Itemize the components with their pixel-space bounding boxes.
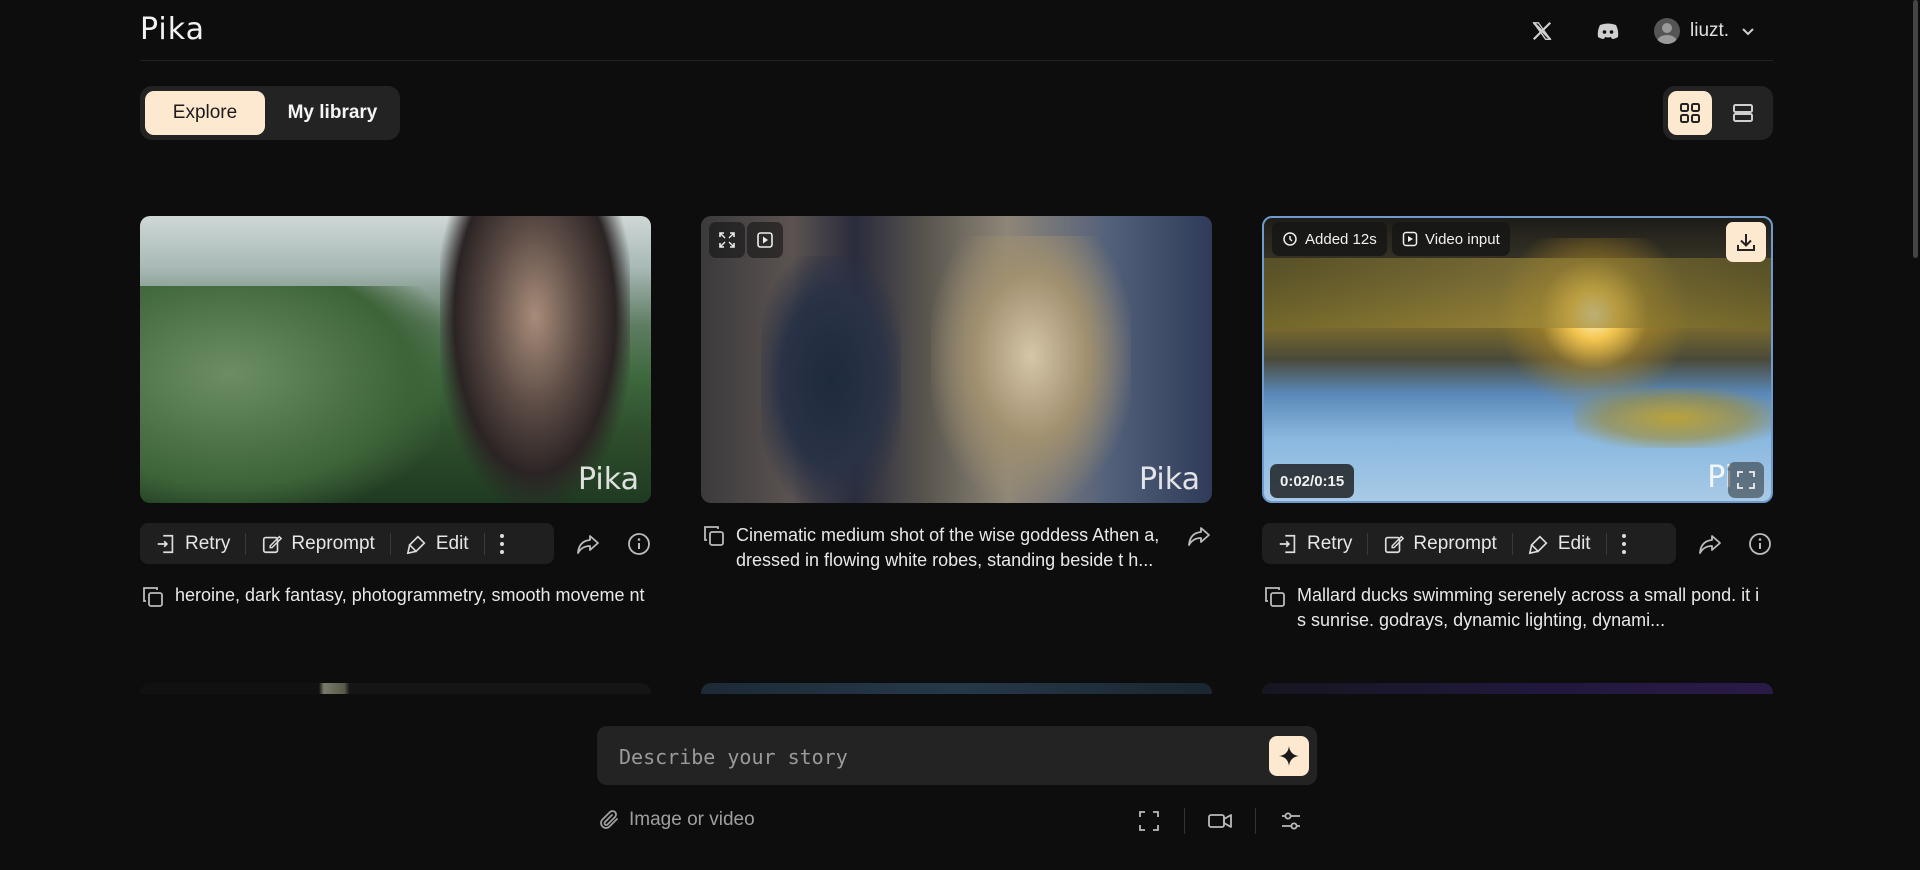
share-icon[interactable] — [573, 529, 603, 559]
copy-icon[interactable] — [1263, 585, 1287, 609]
retry-button[interactable]: Retry — [1262, 523, 1367, 564]
sparkle-icon — [1279, 746, 1299, 766]
edit-button[interactable]: Edit — [1513, 523, 1606, 564]
brush-icon — [1528, 534, 1548, 554]
copy-icon[interactable] — [702, 524, 726, 548]
card-actions: Retry Reprompt Edit — [140, 523, 554, 564]
user-name: liuzt. — [1690, 20, 1730, 41]
card-actions: Retry Reprompt Edit — [1262, 523, 1676, 564]
copy-icon[interactable] — [141, 585, 165, 609]
prompt-composer — [597, 726, 1317, 787]
edit-button[interactable]: Edit — [391, 523, 484, 564]
tab-my-library[interactable]: My library — [270, 91, 395, 135]
play-square-icon — [757, 232, 773, 248]
more-vertical-icon — [499, 533, 504, 554]
story-input[interactable] — [617, 726, 1241, 787]
divider — [1255, 808, 1256, 834]
prompt-text: heroine, dark fantasy, photogrammetry, s… — [175, 585, 645, 605]
info-icon[interactable] — [624, 529, 654, 559]
play-square-icon — [1402, 231, 1418, 247]
download-icon — [1737, 234, 1755, 251]
list-icon — [1733, 104, 1753, 122]
added-time-badge: Added 12s — [1272, 222, 1387, 256]
sliders-icon — [1282, 812, 1300, 830]
grid-view-button[interactable] — [1668, 91, 1712, 135]
video-input-button[interactable] — [747, 222, 783, 258]
download-button[interactable] — [1726, 222, 1766, 262]
x-twitter-icon[interactable] — [1527, 16, 1557, 46]
camera-control-button[interactable] — [1203, 806, 1237, 836]
edit-pencil-icon — [263, 535, 283, 553]
tab-explore[interactable]: Explore — [145, 91, 265, 135]
layout-toggle — [1663, 86, 1773, 140]
video-thumbnail[interactable]: Pika — [701, 216, 1212, 503]
discord-icon[interactable] — [1593, 16, 1623, 46]
more-vertical-icon — [1621, 533, 1626, 554]
retry-icon — [1279, 534, 1296, 553]
retry-button[interactable]: Retry — [140, 523, 245, 564]
expand-icon — [719, 232, 735, 248]
view-tabs: Explore My library — [140, 86, 400, 140]
paperclip-icon — [600, 810, 618, 829]
edit-pencil-icon — [1385, 535, 1405, 553]
generate-button[interactable] — [1269, 736, 1309, 776]
page-scrollbar[interactable] — [1913, 0, 1918, 258]
attach-media-button[interactable]: Image or video — [597, 808, 755, 832]
settings-button[interactable] — [1274, 806, 1308, 836]
header-divider — [140, 60, 1773, 61]
list-view-button[interactable] — [1721, 91, 1765, 135]
pika-logo[interactable]: Pika — [140, 12, 205, 47]
grid-icon — [1680, 103, 1700, 123]
prompt-text: Mallard ducks swimming serenely across a… — [1297, 585, 1760, 630]
fullscreen-button[interactable] — [1728, 462, 1764, 498]
info-icon[interactable] — [1745, 529, 1775, 559]
aspect-ratio-button[interactable] — [1132, 806, 1166, 836]
history-icon — [1283, 232, 1297, 246]
reprompt-button[interactable]: Reprompt — [1368, 523, 1511, 564]
share-icon[interactable] — [1695, 529, 1725, 559]
avatar — [1654, 18, 1680, 44]
fullscreen-icon — [1737, 471, 1755, 489]
share-icon[interactable] — [1184, 521, 1214, 551]
pika-watermark: Pika — [578, 462, 639, 497]
video-timestamp: 0:02/0:15 — [1270, 464, 1355, 498]
video-camera-icon — [1208, 814, 1232, 828]
frame-icon — [1139, 811, 1159, 831]
fullscreen-button[interactable] — [709, 222, 745, 258]
user-menu[interactable]: liuzt. — [1654, 15, 1757, 47]
divider — [1184, 808, 1185, 834]
chevron-down-icon — [1742, 28, 1754, 36]
reprompt-button[interactable]: Reprompt — [246, 523, 389, 564]
prompt-text: Cinematic medium shot of the wise goddes… — [736, 525, 1160, 570]
retry-icon — [157, 534, 174, 553]
brush-icon — [406, 534, 426, 554]
video-thumbnail[interactable]: Pika — [140, 216, 651, 503]
video-input-badge[interactable]: Video input — [1392, 222, 1510, 256]
more-button[interactable] — [485, 523, 519, 564]
pika-watermark: Pika — [1139, 462, 1200, 497]
video-player[interactable]: Added 12s Video input 0:02/0:15 Pi — [1262, 216, 1773, 503]
more-button[interactable] — [1607, 523, 1641, 564]
